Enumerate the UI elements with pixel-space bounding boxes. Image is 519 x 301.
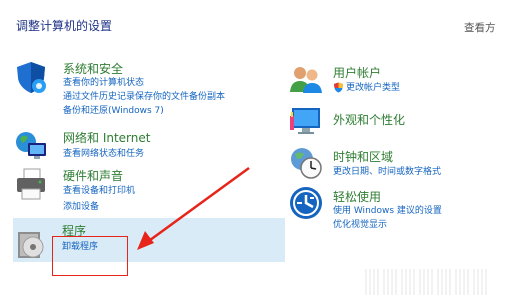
printer-icon bbox=[17, 168, 45, 200]
view-by-label[interactable]: 查看方 bbox=[464, 20, 519, 35]
uac-shield-icon bbox=[334, 82, 343, 93]
category-title[interactable]: 用户帐户 bbox=[333, 64, 381, 81]
network-globe-icon bbox=[16, 132, 46, 159]
category-link[interactable]: 更改帐户类型 bbox=[346, 82, 400, 94]
category-link[interactable]: 备份和还原(Windows 7) bbox=[63, 105, 164, 117]
category-title[interactable]: 系统和安全 bbox=[63, 60, 123, 77]
users-icon bbox=[290, 67, 322, 93]
category-link[interactable]: 查看设备和打印机 bbox=[63, 185, 135, 197]
category-link[interactable]: 更改日期、时间或数字格式 bbox=[333, 166, 441, 178]
category-link[interactable]: 通过文件历史记录保存你的文件备份副本 bbox=[63, 91, 225, 103]
annotation-box bbox=[52, 236, 128, 276]
clock-globe-icon bbox=[291, 148, 322, 179]
shield-icon bbox=[17, 62, 46, 93]
category-link[interactable]: 使用 Windows 建议的设置 bbox=[333, 205, 442, 217]
monitor-paint-icon bbox=[290, 108, 320, 134]
category-link[interactable]: 优化视觉显示 bbox=[333, 219, 387, 231]
category-link[interactable]: 查看你的计算机状态 bbox=[63, 77, 144, 89]
category-title[interactable]: 网络和 Internet bbox=[63, 129, 150, 146]
category-title[interactable]: 硬件和声音 bbox=[63, 167, 123, 184]
category-link[interactable]: 查看网络状态和任务 bbox=[63, 148, 144, 160]
category-title[interactable]: 外观和个性化 bbox=[333, 111, 405, 128]
watermark bbox=[365, 262, 519, 301]
ease-of-access-icon bbox=[290, 187, 322, 219]
category-title[interactable]: 轻松使用 bbox=[333, 188, 381, 205]
programs-disc-icon bbox=[18, 232, 44, 258]
category-title[interactable]: 时钟和区域 bbox=[333, 148, 393, 165]
page-title: 调整计算机的设置 bbox=[16, 19, 113, 33]
category-link[interactable]: 添加设备 bbox=[63, 201, 99, 213]
